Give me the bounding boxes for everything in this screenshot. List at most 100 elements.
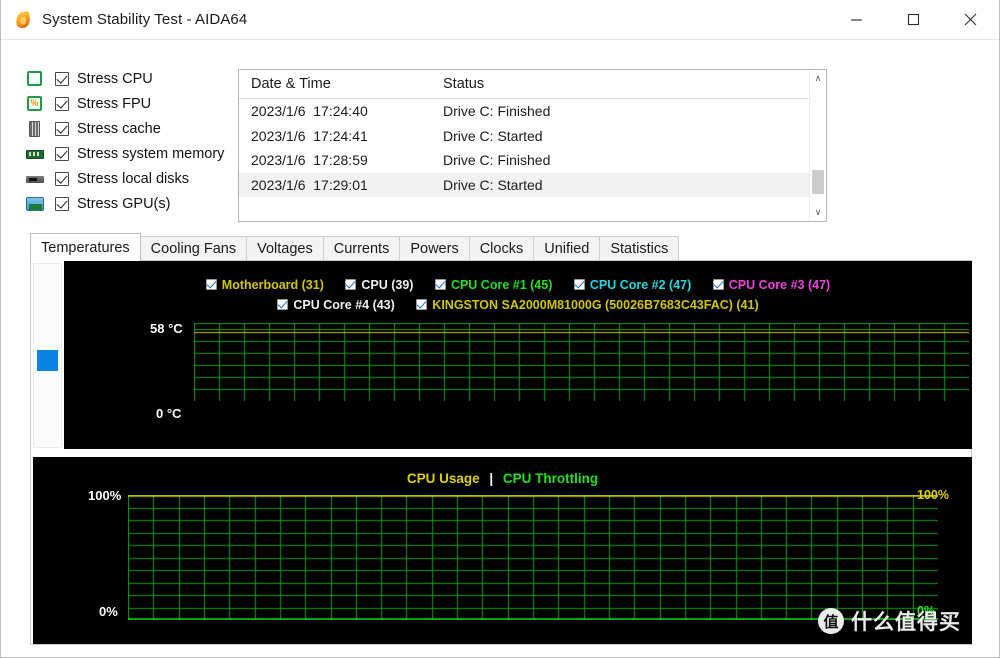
tab-powers[interactable]: Powers [399,236,469,261]
legend-label: CPU Core #1 (45) [451,278,552,292]
usage-axis-label-min-left: 0% [99,604,118,619]
maximize-button[interactable] [885,0,942,39]
log-header-row: Date & Time Status [239,70,826,99]
stress-gpu-checkbox[interactable] [55,197,69,211]
memory-icon [25,145,45,163]
legend-checkbox[interactable] [435,279,446,290]
stress-system-memory-checkbox[interactable] [55,147,69,161]
legend-label: KINGSTON SA2000M81000G (50026B7683C43FAC… [432,298,758,312]
tab-voltages[interactable]: Voltages [246,236,324,261]
graphs-panel: Motherboard (31) CPU (39) CPU Core #1 (4… [30,260,972,645]
close-button[interactable] [942,0,999,39]
stress-cpu-label: Stress CPU [77,71,153,87]
temperatures-legend-row-1: Motherboard (31) CPU (39) CPU Core #1 (4… [64,277,972,292]
legend-label: CPU Core #3 (47) [729,278,830,292]
legend-label: CPU Core #4 (43) [293,298,394,312]
fpu-icon: % [25,95,45,113]
log-scrollbar[interactable]: ∧ ∨ [809,70,826,221]
table-row[interactable]: 2023/1/6 17:24:40 Drive C: Finished [239,99,826,124]
tab-cooling-fans[interactable]: Cooling Fans [140,236,247,261]
temperatures-plot-area [194,323,969,399]
legend-checkbox[interactable] [416,299,427,310]
scroll-down-arrow-icon[interactable]: ∨ [810,204,826,221]
temp-axis-label-min: 0 °C [156,406,181,421]
title-separator: | [489,471,493,486]
usage-value-right: 100% [917,488,949,502]
cpu-icon [25,70,45,88]
sensor-tabs: Temperatures Cooling Fans Voltages Curre… [30,233,678,261]
usage-axis-label-max-left: 100% [88,488,121,503]
cpu-usage-plot-area [128,495,938,644]
legend-checkbox[interactable] [713,279,724,290]
minimize-button[interactable] [828,0,885,39]
legend-item-cpu-core-3[interactable]: CPU Core #3 (47) [713,278,830,292]
log-column-status: Status [443,76,484,92]
log-datetime: 2023/1/6 17:24:40 [239,103,439,119]
stress-gpu-label: Stress GPU(s) [77,196,170,212]
stress-options-panel: Stress CPU % Stress FPU Stress cache Str… [25,66,235,216]
window-title: System Stability Test - AIDA64 [42,11,247,28]
legend-item-cpu-core-1[interactable]: CPU Core #1 (45) [435,278,552,292]
graph-panel-scrollbar[interactable] [33,263,62,448]
legend-item-cpu-core-4[interactable]: CPU Core #4 (43) [277,298,394,312]
log-status: Drive C: Started [439,128,826,144]
temp-axis-label-max: 58 °C [150,321,183,336]
cpu-usage-title-part: CPU Usage [407,471,480,486]
stress-cpu-checkbox[interactable] [55,72,69,86]
legend-item-motherboard[interactable]: Motherboard (31) [206,278,324,292]
tab-temperatures[interactable]: Temperatures [30,233,141,261]
graph-panel-scrollbar-thumb[interactable] [37,350,58,371]
log-rows: 2023/1/6 17:24:40 Drive C: Finished 2023… [239,99,826,197]
stress-local-disks-label: Stress local disks [77,171,189,187]
stress-option-cache[interactable]: Stress cache [25,116,235,141]
stress-option-cpu[interactable]: Stress CPU [25,66,235,91]
legend-label: CPU (39) [361,278,413,292]
stress-option-system-memory[interactable]: Stress system memory [25,141,235,166]
legend-label: CPU Core #2 (47) [590,278,691,292]
legend-label: Motherboard (31) [222,278,324,292]
tab-statistics[interactable]: Statistics [599,236,679,261]
temperatures-chart: Motherboard (31) CPU (39) CPU Core #1 (4… [64,261,972,449]
tab-unified[interactable]: Unified [533,236,600,261]
log-status: Drive C: Finished [439,103,826,119]
legend-checkbox[interactable] [574,279,585,290]
watermark: 值 什么值得买 [818,606,961,636]
log-status: Drive C: Started [439,177,826,193]
stress-system-memory-label: Stress system memory [77,146,224,162]
legend-checkbox[interactable] [206,279,217,290]
cpu-throttling-title-part: CPU Throttling [503,471,598,486]
legend-item-cpu[interactable]: CPU (39) [345,278,413,292]
stress-option-fpu[interactable]: % Stress FPU [25,91,235,116]
aida64-stability-window: System Stability Test - AIDA64 Stress CP… [0,0,1000,658]
title-bar: System Stability Test - AIDA64 [1,0,999,40]
stress-fpu-label: Stress FPU [77,96,151,112]
event-log-list[interactable]: Date & Time Status 2023/1/6 17:24:40 Dri… [238,69,827,222]
gpu-icon [25,195,45,213]
table-row[interactable]: 2023/1/6 17:24:41 Drive C: Started [239,124,826,149]
flame-icon [14,11,32,29]
stress-fpu-checkbox[interactable] [55,97,69,111]
tab-clocks[interactable]: Clocks [469,236,535,261]
log-datetime: 2023/1/6 17:24:41 [239,128,439,144]
log-status: Drive C: Finished [439,152,826,168]
stress-cache-checkbox[interactable] [55,122,69,136]
table-row[interactable]: 2023/1/6 17:28:59 Drive C: Finished [239,148,826,173]
legend-checkbox[interactable] [277,299,288,310]
log-scrollbar-thumb[interactable] [812,170,824,194]
stress-option-gpu[interactable]: Stress GPU(s) [25,191,235,216]
stress-local-disks-checkbox[interactable] [55,172,69,186]
watermark-text: 什么值得买 [851,606,961,636]
window-controls [828,0,999,39]
legend-checkbox[interactable] [345,279,356,290]
legend-item-cpu-core-2[interactable]: CPU Core #2 (47) [574,278,691,292]
table-row[interactable]: 2023/1/6 17:29:01 Drive C: Started [239,173,826,198]
log-datetime: 2023/1/6 17:28:59 [239,152,439,168]
scroll-up-arrow-icon[interactable]: ∧ [810,70,826,87]
stress-option-local-disks[interactable]: Stress local disks [25,166,235,191]
disk-icon [25,170,45,188]
legend-item-kingston-ssd[interactable]: KINGSTON SA2000M81000G (50026B7683C43FAC… [416,298,758,312]
log-datetime: 2023/1/6 17:29:01 [239,177,439,193]
tab-currents[interactable]: Currents [323,236,401,261]
cache-icon [25,120,45,138]
log-column-datetime: Date & Time [251,76,331,92]
